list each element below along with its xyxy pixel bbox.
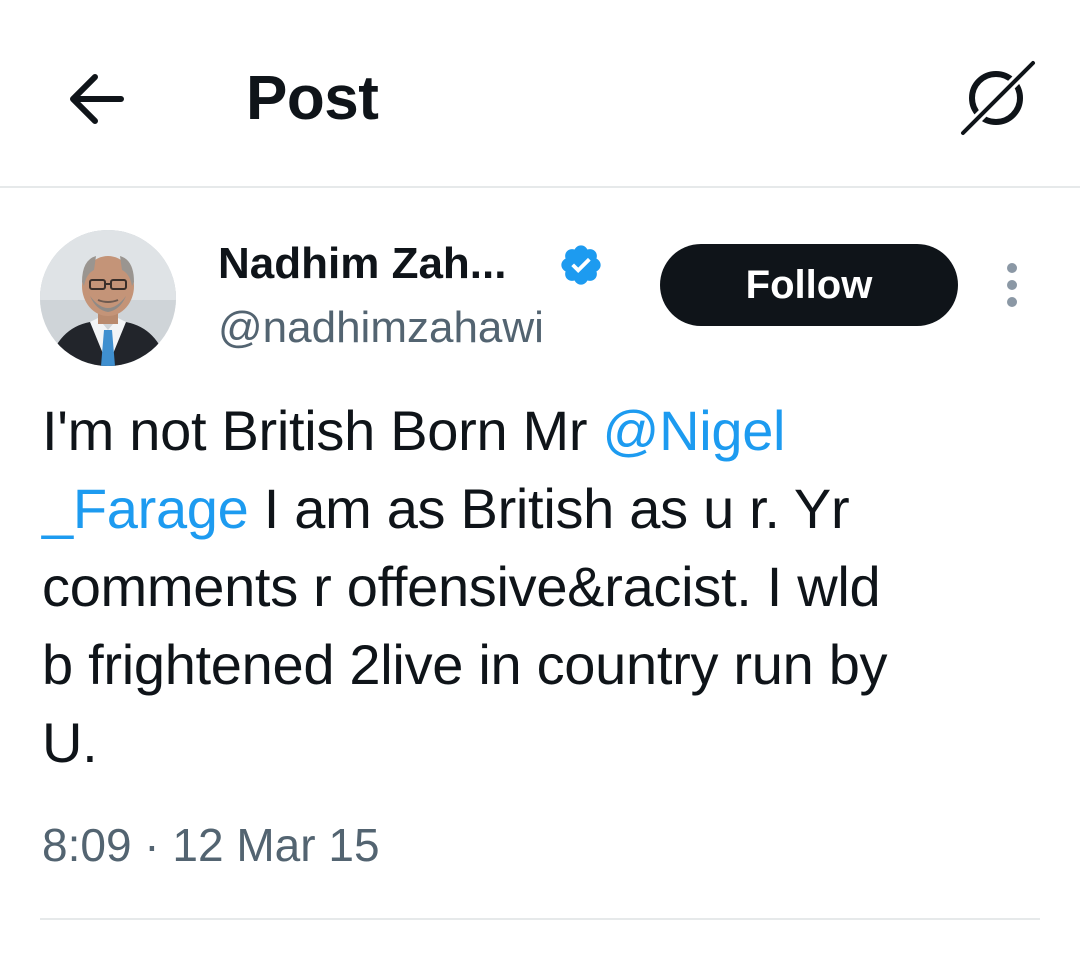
more-vertical-icon (1007, 263, 1017, 273)
page-title: Post (246, 64, 379, 133)
post-text-line: _Farage I am as British as u r. Yr (42, 470, 1042, 548)
post-timestamp[interactable]: 8:09 · 12 Mar 15 (42, 814, 380, 876)
grok-button[interactable] (950, 52, 1042, 144)
post-text-segment: I'm not British Born Mr (42, 399, 603, 462)
post-text-segment: I am as British as u r. Yr (248, 477, 850, 540)
divider (40, 918, 1040, 920)
arrow-left-icon (70, 74, 124, 124)
grok-icon (960, 58, 1038, 136)
back-button[interactable] (58, 62, 132, 136)
post-text-line: b frightened 2live in country run by (42, 633, 888, 696)
more-options-button[interactable] (990, 250, 1034, 320)
mention-link[interactable]: _Farage (42, 477, 249, 540)
follow-button[interactable]: Follow (660, 244, 958, 326)
top-bar: Post (0, 0, 1080, 188)
author-handle[interactable]: @nadhimzahawi (218, 300, 544, 356)
post-text-line: U. (42, 711, 98, 774)
profile-photo (40, 230, 176, 366)
post-text-line: comments r offensive&racist. I wld (42, 555, 881, 618)
post-text-line: I'm not British Born Mr @Nigel (42, 392, 1042, 470)
verified-badge-icon (561, 245, 601, 285)
post-text: I'm not British Born Mr @Nigel _Farage I… (42, 392, 1042, 782)
mention-link[interactable]: @Nigel (603, 399, 786, 462)
more-vertical-icon-dot (1007, 280, 1017, 290)
more-vertical-icon-dot (1007, 297, 1017, 307)
author-name[interactable]: Nadhim Zah... (218, 236, 506, 292)
avatar[interactable] (40, 230, 176, 366)
